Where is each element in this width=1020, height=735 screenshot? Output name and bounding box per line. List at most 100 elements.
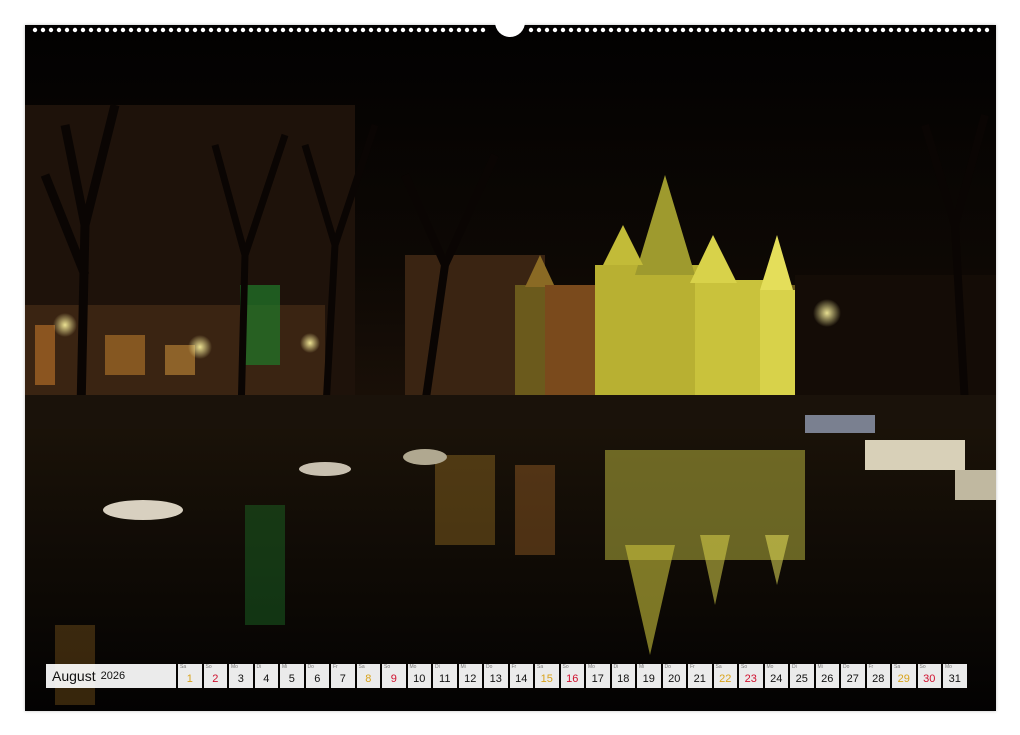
binding-loop	[224, 27, 230, 33]
binding-loop	[472, 27, 478, 33]
weekday-label: So	[741, 664, 748, 670]
day-number: 7	[339, 673, 346, 685]
binding-loop	[872, 27, 878, 33]
binding-loop	[392, 27, 398, 33]
binding-loop	[192, 27, 198, 33]
day-number: 25	[795, 673, 808, 685]
binding-loop	[912, 27, 918, 33]
binding-loop	[712, 27, 718, 33]
weekday-label: Sa	[180, 664, 187, 670]
weekday-label: Di	[792, 664, 797, 670]
binding-loop	[248, 27, 254, 33]
day-cell: Do 20	[662, 664, 686, 688]
day-cell: Mo 3	[229, 664, 253, 688]
binding-loop	[680, 27, 686, 33]
binding-loop	[632, 27, 638, 33]
day-number: 28	[872, 673, 885, 685]
binding-loop	[976, 27, 982, 33]
binding-loop	[352, 27, 358, 33]
day-number: 24	[770, 673, 783, 685]
day-cell: Fr 21	[688, 664, 712, 688]
day-number: 23	[744, 673, 757, 685]
binding-loop	[176, 27, 182, 33]
binding-loop	[888, 27, 894, 33]
day-cell: Mo 17	[586, 664, 610, 688]
binding-loop	[960, 27, 966, 33]
day-number: 4	[263, 673, 270, 685]
binding-loop	[600, 27, 606, 33]
binding-loop	[200, 27, 206, 33]
binding-loop	[152, 27, 158, 33]
binding-loop	[704, 27, 710, 33]
binding-loop	[408, 27, 414, 33]
day-cell: Mo 31	[943, 664, 967, 688]
day-number: 3	[237, 673, 244, 685]
binding-loop	[48, 27, 54, 33]
weekday-label: Do	[486, 664, 493, 670]
weekday-label: Sa	[537, 664, 544, 670]
binding-loop	[376, 27, 382, 33]
weekday-label: Mi	[460, 664, 466, 670]
day-cell: Sa 1	[178, 664, 202, 688]
binding-loop	[360, 27, 366, 33]
binding-loop	[216, 27, 222, 33]
day-cell: Sa 22	[713, 664, 737, 688]
day-number: 20	[668, 673, 681, 685]
weekday-label: Di	[613, 664, 619, 670]
weekday-label: So	[205, 664, 212, 670]
binding-loop	[688, 27, 694, 33]
binding-loop	[440, 27, 446, 33]
weekday-label: Sa	[894, 664, 901, 670]
weekday-label: Fr	[511, 664, 517, 670]
binding-loop	[304, 27, 310, 33]
weekday-label: Do	[664, 664, 671, 670]
weekday-label: Mo	[945, 664, 952, 670]
binding-loop	[984, 27, 990, 33]
binding-loop	[328, 27, 334, 33]
day-cell: Sa 29	[892, 664, 916, 688]
binding-loop	[104, 27, 110, 33]
binding-loop	[800, 27, 806, 33]
binding-loop	[568, 27, 574, 33]
binding-loop	[168, 27, 174, 33]
binding-loop	[312, 27, 318, 33]
binding-loop	[208, 27, 214, 33]
day-number: 27	[846, 673, 859, 685]
binding-loop	[968, 27, 974, 33]
binding-loop	[784, 27, 790, 33]
day-number: 16	[566, 673, 579, 685]
binding-loop	[552, 27, 558, 33]
binding-loop	[824, 27, 830, 33]
binding-loop	[320, 27, 326, 33]
binding-loop	[592, 27, 598, 33]
day-cell: Mo 10	[407, 664, 431, 688]
day-number: 29	[897, 673, 910, 685]
day-number: 14	[515, 673, 528, 685]
weekday-label: Fr	[690, 664, 695, 670]
binding-loop	[456, 27, 462, 33]
day-number: 18	[617, 673, 630, 685]
binding-loop	[280, 27, 286, 33]
weekday-label: Do	[307, 664, 314, 670]
binding-loop	[848, 27, 854, 33]
day-cell: Fr 7	[331, 664, 355, 688]
binding-loop	[736, 27, 742, 33]
day-cell: Do 27	[841, 664, 865, 688]
binding-loop	[232, 27, 238, 33]
binding-loop	[96, 27, 102, 33]
binding-loop	[840, 27, 846, 33]
day-number: 30	[923, 673, 936, 685]
day-number: 11	[439, 673, 451, 685]
binding-loop	[256, 27, 262, 33]
binding-loop	[464, 27, 470, 33]
binding-loop	[752, 27, 758, 33]
calendar-sheet	[25, 25, 996, 711]
binding-loop	[344, 27, 350, 33]
month-name: August	[52, 668, 96, 684]
binding-loop	[424, 27, 430, 33]
binding-loop	[296, 27, 302, 33]
day-cell: So 16	[560, 664, 584, 688]
binding-loop	[288, 27, 294, 33]
day-number: 9	[390, 673, 397, 685]
binding-loop	[480, 27, 486, 33]
